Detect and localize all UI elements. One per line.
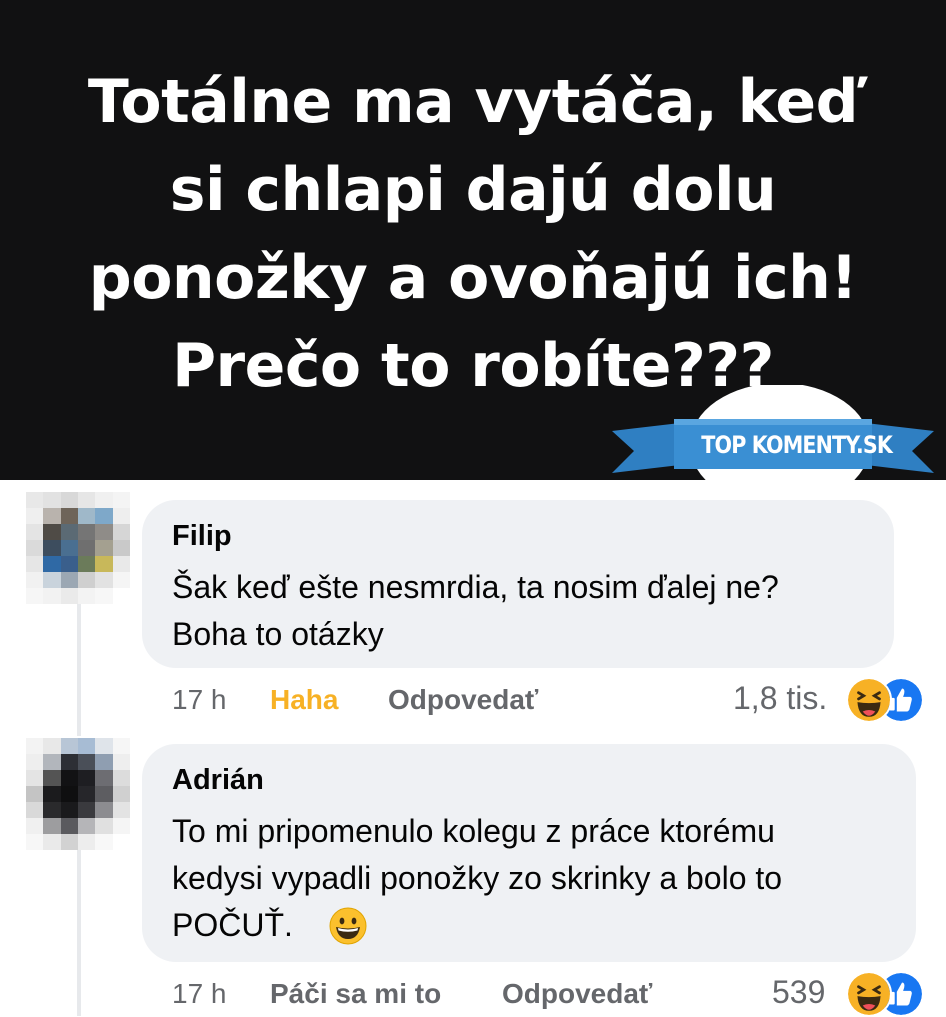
- reaction-button[interactable]: Haha: [270, 680, 338, 720]
- thread-connector: [77, 842, 81, 1016]
- comment-line: To mi pripomenulo kolegu z práce ktorému: [172, 813, 775, 849]
- comment-text: To mi pripomenulo kolegu z práce ktorému…: [172, 808, 782, 949]
- comment-line: kedysi vypadli ponožky zo skrinky a bolo…: [172, 860, 783, 896]
- comment-actions: 17 h Páči sa mi to Odpovedať: [172, 974, 732, 1014]
- headline-line: Totálne ma vytáča, keď: [87, 67, 859, 137]
- post-headline: Totálne ma vytáča, keď si chlapi dajú do…: [40, 58, 906, 410]
- haha-icon: [846, 677, 892, 723]
- comment-bubble: Filip Šak keď ešte nesmrdia, ta nosim ďa…: [142, 500, 894, 668]
- comment-line: Šak keď ešte nesmrdia, ta nosim ďalej ne…: [172, 569, 779, 605]
- comment-line: POČUŤ.: [172, 902, 782, 949]
- comment-text: Šak keď ešte nesmrdia, ta nosim ďalej ne…: [172, 564, 779, 658]
- headline-line: si chlapi dajú dolu: [169, 155, 777, 225]
- avatar[interactable]: [26, 492, 130, 604]
- reaction-icons[interactable]: [846, 971, 926, 1017]
- haha-icon: [846, 971, 892, 1017]
- like-button[interactable]: Páči sa mi to: [270, 974, 441, 1014]
- avatar[interactable]: [26, 738, 130, 850]
- thread-connector: [77, 596, 81, 736]
- headline-line: ponožky a ovoňajú ich!: [88, 243, 858, 313]
- reaction-icons[interactable]: [846, 677, 926, 723]
- reply-button[interactable]: Odpovedať: [388, 680, 538, 720]
- comment-author[interactable]: Adrián: [172, 764, 264, 797]
- comment-line: Boha to otázky: [172, 616, 384, 652]
- comment-actions: 17 h Haha Odpovedať: [172, 680, 672, 720]
- reaction-count[interactable]: 1,8 tis.: [733, 678, 827, 718]
- reaction-count[interactable]: 539: [772, 972, 825, 1012]
- comment-author[interactable]: Filip: [172, 520, 232, 553]
- comment-line-text: POČUŤ.: [172, 907, 293, 943]
- watermark-label: TOP KOMENTY.SK: [701, 431, 893, 459]
- reply-button[interactable]: Odpovedať: [502, 974, 652, 1014]
- comment-time[interactable]: 17 h: [172, 974, 227, 1014]
- comment-bubble: Adrián To mi pripomenulo kolegu z práce …: [142, 744, 916, 962]
- grinning-emoji-icon: [329, 907, 367, 945]
- comment-time[interactable]: 17 h: [172, 680, 227, 720]
